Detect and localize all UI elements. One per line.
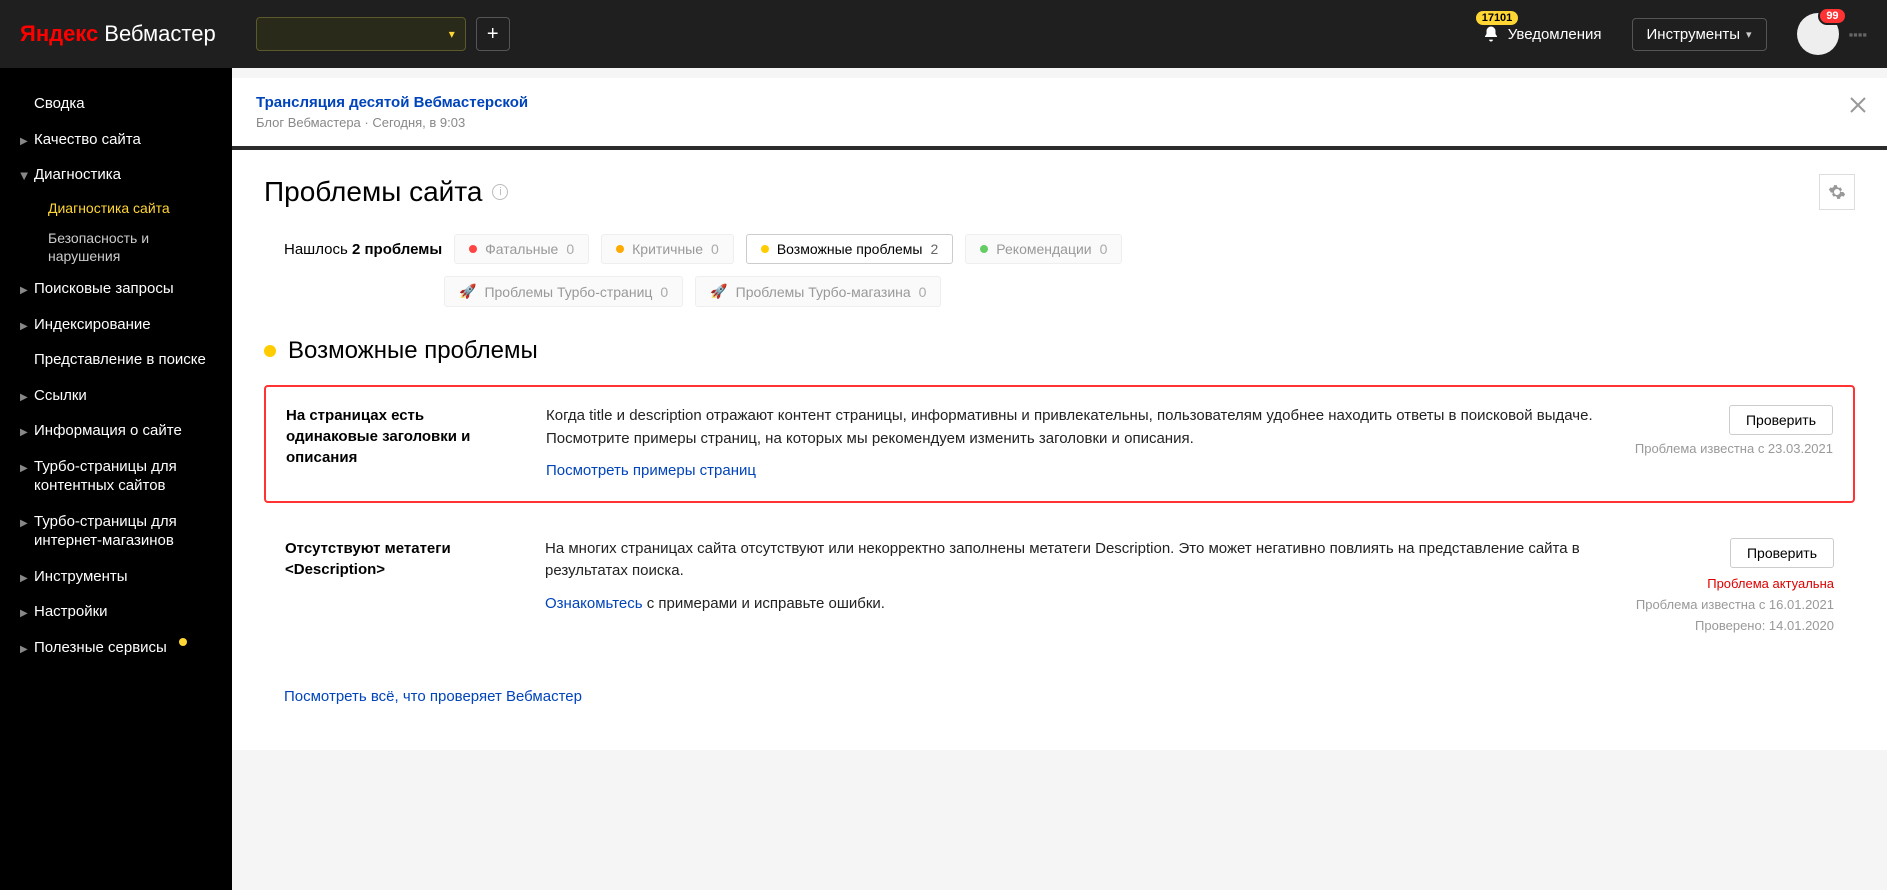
chevron-down-icon: ▾ xyxy=(449,27,455,41)
plus-icon: + xyxy=(487,23,499,46)
sidebar-item-links[interactable]: ▶Ссылки xyxy=(0,378,232,414)
sidebar-item-search-queries[interactable]: ▶Поисковые запросы xyxy=(0,271,232,307)
sidebar-item-presentation[interactable]: Представление в поиске xyxy=(0,342,232,378)
top-header: Яндекс Вебмастер ▾ + 17101 Уведомления И… xyxy=(0,0,1887,68)
sidebar-item-indexing[interactable]: ▶Индексирование xyxy=(0,307,232,343)
gear-icon xyxy=(1828,183,1846,201)
page-title: Проблемы сайта xyxy=(264,176,482,208)
caret-icon: ▶ xyxy=(20,517,28,530)
rocket-icon: 🚀 xyxy=(710,283,727,300)
see-all-checks-link[interactable]: Посмотреть всё, что проверяет Вебмастер xyxy=(264,688,582,705)
caret-icon: ▶ xyxy=(20,572,28,585)
notif-label: Уведомления xyxy=(1508,26,1602,43)
sidebar-item-useful[interactable]: ▶Полезные сервисы xyxy=(0,630,232,666)
problem-description: Когда title и description отражают конте… xyxy=(546,405,1593,450)
filter-critical[interactable]: Критичные0 xyxy=(601,234,734,264)
sidebar-item-diagnostics[interactable]: ▶Диагностика xyxy=(0,157,232,193)
learn-more-link[interactable]: Ознакомьтесь xyxy=(545,595,643,612)
avatar-badge: 99 xyxy=(1818,7,1846,25)
problem-card: Отсутствуют метатеги <Description> На мн… xyxy=(264,519,1855,652)
settings-button[interactable] xyxy=(1819,174,1855,210)
caret-icon: ▶ xyxy=(20,462,28,475)
sidebar-subitem-diag-site[interactable]: Диагностика сайта xyxy=(14,193,232,223)
rocket-icon: 🚀 xyxy=(459,283,476,300)
username: ▪▪▪▪ xyxy=(1849,27,1867,42)
check-button[interactable]: Проверить xyxy=(1729,405,1833,435)
problem-status: Проблема актуальна xyxy=(1634,576,1834,591)
problem-known-since: Проблема известна с 16.01.2021 xyxy=(1634,597,1834,612)
tools-dropdown[interactable]: Инструменты ▾ xyxy=(1632,18,1767,51)
notifications-button[interactable]: 17101 Уведомления xyxy=(1482,25,1602,43)
logo-webmaster: Вебмастер xyxy=(104,21,215,47)
filter-fatal[interactable]: Фатальные0 xyxy=(454,234,589,264)
sidebar-item-tools[interactable]: ▶Инструменты xyxy=(0,559,232,595)
caret-icon: ▶ xyxy=(20,135,28,148)
sidebar: Сводка ▶Качество сайта ▶Диагностика Диаг… xyxy=(0,68,232,890)
close-icon[interactable] xyxy=(1849,96,1867,114)
sidebar-item-settings[interactable]: ▶Настройки xyxy=(0,594,232,630)
announcement-banner: Трансляция десятой Вебмастерской Блог Ве… xyxy=(232,78,1887,150)
notif-count-badge: 17101 xyxy=(1476,11,1519,25)
caret-icon: ▶ xyxy=(20,607,28,620)
dot-icon xyxy=(980,245,988,253)
problem-card: На страницах есть одинаковые заголовки и… xyxy=(264,385,1855,503)
sidebar-subitem-security[interactable]: Безопасность и нарушения xyxy=(14,223,232,271)
section-title: Возможные проблемы xyxy=(288,337,538,365)
sidebar-item-summary[interactable]: Сводка xyxy=(0,86,232,122)
check-button[interactable]: Проверить xyxy=(1730,538,1834,568)
problem-known-since: Проблема известна с 23.03.2021 xyxy=(1633,441,1833,456)
filter-possible[interactable]: Возможные проблемы2 xyxy=(746,234,953,264)
banner-subtitle: Блог Вебмастера · Сегодня, в 9:03 xyxy=(256,115,528,130)
dot-icon xyxy=(616,245,624,253)
problem-title: Отсутствуют метатеги <Description> xyxy=(285,538,505,580)
problem-title: На страницах есть одинаковые заголовки и… xyxy=(286,405,506,468)
info-icon[interactable]: i xyxy=(492,184,508,200)
user-avatar[interactable]: 99 xyxy=(1797,13,1839,55)
main-content: Трансляция десятой Вебмастерской Блог Ве… xyxy=(232,68,1887,890)
banner-title-link[interactable]: Трансляция десятой Вебмастерской xyxy=(256,94,528,111)
bell-icon xyxy=(1482,25,1500,43)
section-dot-icon xyxy=(264,345,276,357)
sidebar-item-turbo-shop[interactable]: ▶Турбо-страницы для интернет-магазинов xyxy=(0,504,232,559)
caret-icon: ▶ xyxy=(20,391,28,404)
sidebar-item-quality[interactable]: ▶Качество сайта xyxy=(0,122,232,158)
filter-turbo-pages[interactable]: 🚀Проблемы Турбо-страниц0 xyxy=(444,276,683,307)
problem-description: На многих страницах сайта отсутствуют ил… xyxy=(545,538,1594,583)
example-pages-link[interactable]: Посмотреть примеры страниц xyxy=(546,460,756,483)
site-selector-dropdown[interactable]: ▾ xyxy=(256,17,466,51)
add-site-button[interactable]: + xyxy=(476,17,510,51)
found-label: Нашлось 2 проблемы xyxy=(284,241,442,258)
filter-turbo-shop[interactable]: 🚀Проблемы Турбо-магазина0 xyxy=(695,276,941,307)
filter-recommendations[interactable]: Рекомендации0 xyxy=(965,234,1122,264)
dot-icon xyxy=(469,245,477,253)
problem-checked: Проверено: 14.01.2020 xyxy=(1634,618,1834,633)
chevron-down-icon: ▾ xyxy=(1746,28,1752,41)
caret-icon: ▶ xyxy=(20,320,28,333)
sidebar-item-turbo-content[interactable]: ▶Турбо-страницы для контентных сайтов xyxy=(0,449,232,504)
logo[interactable]: Яндекс Вебмастер xyxy=(20,21,216,47)
problem-desc-post: с примерами и исправьте ошибки. xyxy=(643,595,885,612)
caret-icon: ▶ xyxy=(20,643,28,656)
caret-icon: ▶ xyxy=(20,284,28,297)
tools-label: Инструменты xyxy=(1647,26,1741,43)
sidebar-item-site-info[interactable]: ▶Информация о сайте xyxy=(0,413,232,449)
caret-icon: ▶ xyxy=(20,426,28,439)
new-badge-dot xyxy=(179,638,187,646)
caret-icon: ▶ xyxy=(18,173,31,181)
logo-yandex: Яндекс xyxy=(20,21,98,47)
dot-icon xyxy=(761,245,769,253)
